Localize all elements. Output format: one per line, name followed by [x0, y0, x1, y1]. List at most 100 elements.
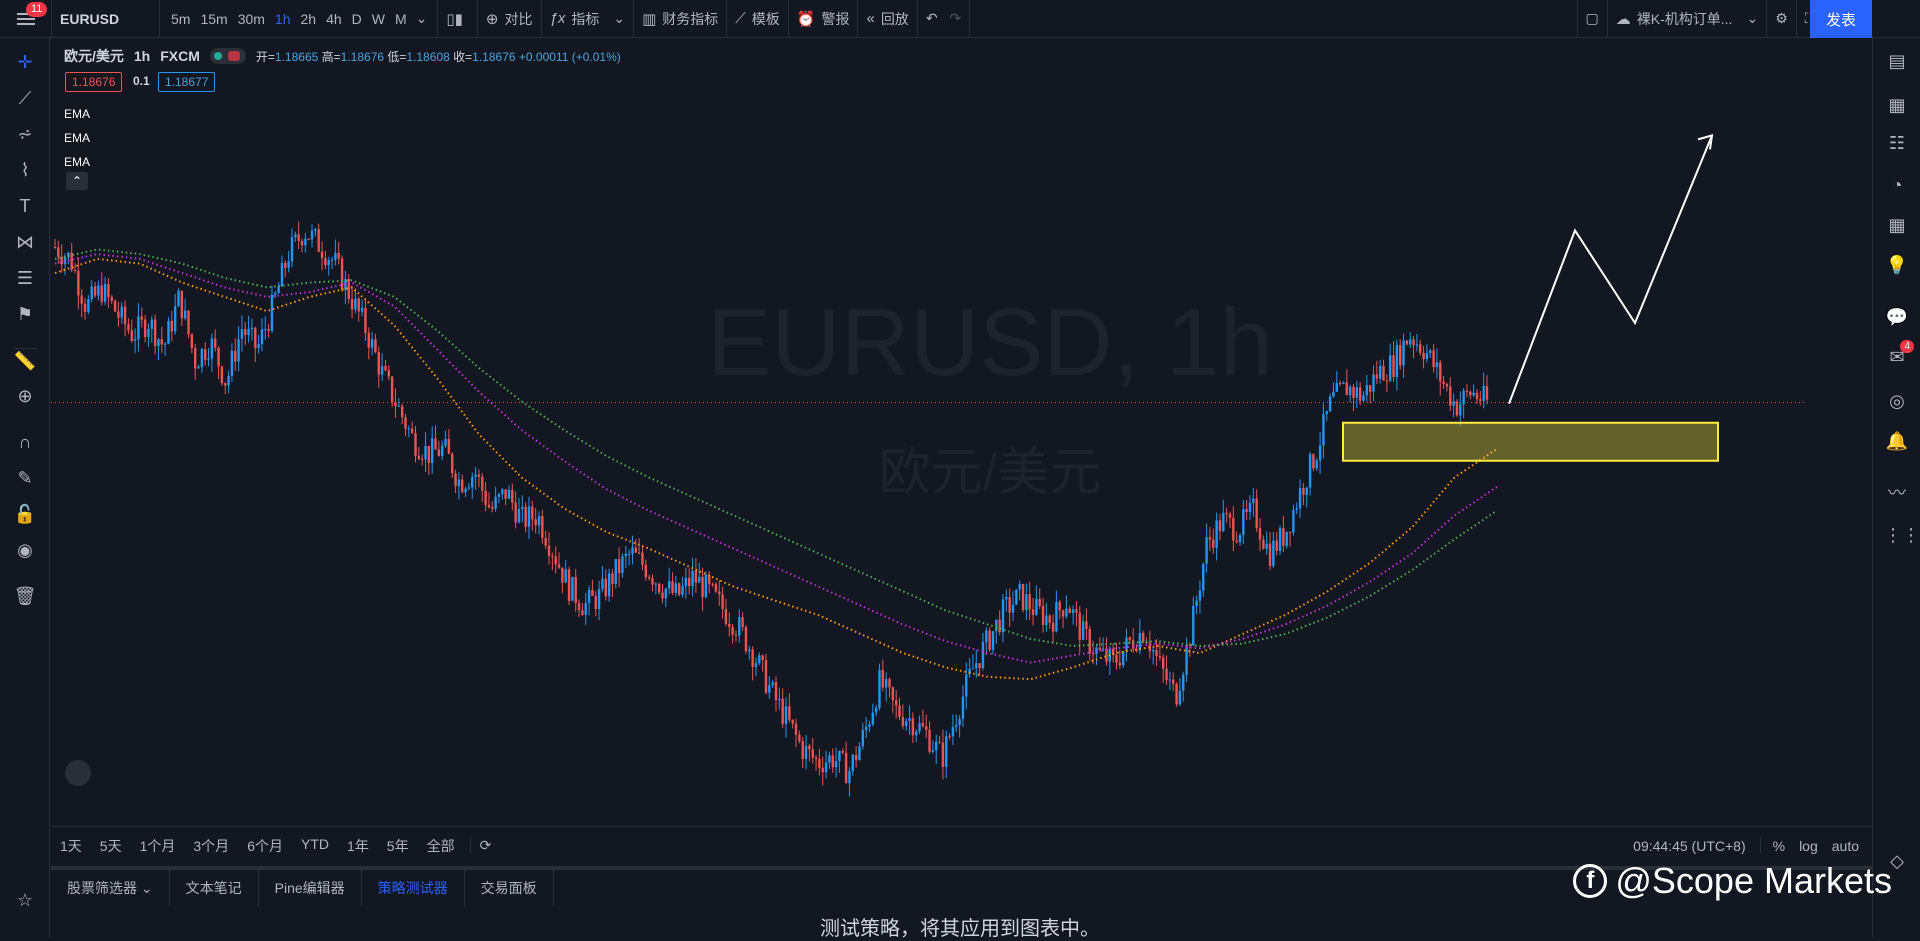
- clock-icon[interactable]: ◔: [1884, 172, 1910, 198]
- interval-15m[interactable]: 15m: [195, 11, 232, 27]
- bell-icon[interactable]: 🔔: [1884, 428, 1910, 454]
- watchlist-icon[interactable]: ▤: [1884, 48, 1910, 74]
- interval-30m[interactable]: 30m: [233, 11, 270, 27]
- tab-2[interactable]: 文本笔记: [170, 870, 259, 906]
- flag-icon[interactable]: ⚑: [13, 302, 37, 326]
- interval-D[interactable]: D: [347, 11, 367, 27]
- redo-icon[interactable]: ↷: [950, 10, 962, 27]
- tab-3[interactable]: Pine编辑器: [259, 870, 362, 906]
- tab-5[interactable]: 交易面板: [465, 870, 554, 906]
- candle-body: [621, 556, 624, 574]
- star-icon[interactable]: ☆: [13, 888, 37, 912]
- interval-5m[interactable]: 5m: [166, 11, 195, 27]
- auto-scale-toggle[interactable]: auto: [1832, 838, 1859, 854]
- eye-icon[interactable]: ◉: [13, 538, 37, 562]
- price-chart[interactable]: EURUSD, 1h欧元/美元USD1.200001.198001.196001…: [51, 38, 1868, 863]
- range-1天[interactable]: 1天: [51, 836, 91, 856]
- details-icon[interactable]: ☷: [1884, 130, 1910, 156]
- layout-menu-button[interactable]: ☁ 裸K-机构订单... ⌄: [1608, 0, 1768, 38]
- xabcd-pattern-icon[interactable]: ⋈: [13, 230, 37, 254]
- range-5年[interactable]: 5年: [378, 836, 418, 856]
- range-YTD[interactable]: YTD: [292, 836, 338, 856]
- candle-body: [1285, 531, 1288, 546]
- tab-1[interactable]: 股票筛选器 ⌄: [51, 870, 170, 906]
- market-status-toggle[interactable]: [209, 48, 246, 64]
- candle-body: [1055, 601, 1058, 632]
- interval-1h[interactable]: 1h: [270, 11, 296, 27]
- ema-indicator-3[interactable]: EMA: [64, 150, 90, 174]
- interval-M[interactable]: M: [390, 11, 412, 27]
- templates-button[interactable]: ⟋ 模板: [727, 0, 789, 38]
- candle-body: [814, 757, 818, 759]
- magnet-icon[interactable]: ∩: [13, 430, 37, 454]
- buy-price-button[interactable]: 1.18677: [158, 72, 216, 92]
- percent-scale-toggle[interactable]: %: [1759, 838, 1785, 854]
- compare-label: 对比: [504, 10, 533, 27]
- streams-icon[interactable]: ◎: [1884, 388, 1910, 414]
- candle-body: [370, 339, 374, 348]
- range-1个月[interactable]: 1个月: [131, 836, 185, 856]
- range-全部[interactable]: 全部: [418, 836, 464, 856]
- interval-dropdown-icon[interactable]: ⌄: [412, 10, 432, 27]
- alerts-button[interactable]: ⏰ 警报: [789, 0, 859, 38]
- range-5天[interactable]: 5天: [91, 836, 131, 856]
- candle-body: [1425, 353, 1429, 360]
- log-scale-toggle[interactable]: log: [1799, 838, 1818, 854]
- lock-pencil-icon[interactable]: ✎: [13, 466, 37, 490]
- goto-date-icon[interactable]: ⟳: [469, 837, 501, 854]
- sell-price-button[interactable]: 1.18676: [65, 72, 123, 92]
- candle-body: [691, 570, 694, 587]
- interval-2h[interactable]: 2h: [296, 11, 322, 27]
- candle-body: [758, 655, 761, 664]
- tab-4[interactable]: 策略测试器: [362, 870, 465, 906]
- chart-type-button[interactable]: ▯▮: [438, 0, 478, 38]
- calendar-icon[interactable]: ▦: [1884, 212, 1910, 238]
- range-3个月[interactable]: 3个月: [184, 836, 238, 856]
- signals-icon[interactable]: 〰: [1884, 480, 1910, 506]
- crosshair-icon[interactable]: ✛: [13, 50, 37, 74]
- text-tool-icon[interactable]: T: [13, 194, 37, 218]
- ruler-icon[interactable]: 📏: [13, 348, 37, 372]
- trend-line-icon[interactable]: ⟋: [13, 86, 37, 110]
- interval-W[interactable]: W: [367, 11, 390, 27]
- dom-icon[interactable]: ⋮⋮: [1884, 522, 1920, 548]
- candle-body: [971, 668, 975, 670]
- candle-body: [147, 328, 150, 338]
- candle-body: [467, 487, 471, 489]
- range-1年[interactable]: 1年: [338, 836, 378, 856]
- symbol-search-button[interactable]: EURUSD: [52, 0, 160, 38]
- chat-icon[interactable]: 💬: [1884, 304, 1910, 330]
- legend-symbol[interactable]: 欧元/美元: [64, 46, 124, 66]
- measure-lines-icon[interactable]: ☰: [13, 266, 37, 290]
- lock-icon[interactable]: 🔓: [13, 502, 37, 526]
- ema-indicator-1[interactable]: EMA: [64, 102, 90, 126]
- range-6个月[interactable]: 6个月: [238, 836, 292, 856]
- pattern-tool-icon[interactable]: ⌇: [13, 158, 37, 182]
- interval-4h[interactable]: 4h: [321, 11, 347, 27]
- publish-button[interactable]: 发表: [1810, 0, 1872, 38]
- zoom-in-icon[interactable]: ⊕: [13, 384, 37, 408]
- legend-interval: 1h: [133, 48, 151, 64]
- candle-body: [294, 234, 297, 238]
- clock-display[interactable]: 09:44:45 (UTC+8): [1633, 838, 1745, 854]
- candle-body: [1085, 621, 1088, 630]
- news-icon[interactable]: ▦: [1884, 92, 1910, 118]
- undo-icon[interactable]: ↶: [926, 10, 938, 27]
- fib-tool-icon[interactable]: ⩫: [13, 122, 37, 146]
- replay-button[interactable]: « 回放: [858, 0, 918, 38]
- candle-body: [1435, 362, 1439, 368]
- compare-button[interactable]: ⊕ 对比: [478, 0, 542, 38]
- trash-icon[interactable]: 🗑: [13, 584, 37, 608]
- ema-indicator-2[interactable]: EMA: [64, 126, 90, 150]
- ideas-icon[interactable]: 💡: [1884, 252, 1910, 278]
- fullscreen-layout-button[interactable]: ▢: [1576, 0, 1608, 38]
- indicators-button[interactable]: ƒx 指标 ⌄: [542, 0, 635, 38]
- chart-area[interactable]: EURUSD, 1h欧元/美元USD1.200001.198001.196001…: [51, 38, 1868, 863]
- candle-body: [754, 663, 758, 667]
- settings-button[interactable]: ⚙: [1767, 0, 1797, 38]
- main-menu-button[interactable]: 11: [0, 0, 52, 38]
- messages-icon[interactable]: ✉ 4: [1884, 340, 1914, 370]
- collapse-legend-button[interactable]: ⌃: [66, 172, 88, 190]
- financials-button[interactable]: ▥ 财务指标: [634, 0, 728, 38]
- candle-body: [794, 723, 798, 735]
